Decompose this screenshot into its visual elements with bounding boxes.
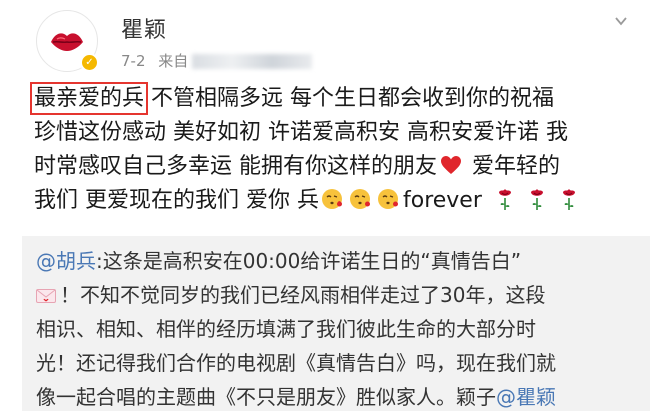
content-line-3-end: 爱年轻的 xyxy=(472,154,561,179)
post-source-label: 来自 xyxy=(158,52,189,70)
mention-link-hubing[interactable]: @胡兵 xyxy=(36,249,96,273)
forever-text: forever xyxy=(402,188,482,213)
blowing-kiss-emoji xyxy=(349,189,370,209)
mention-link-quying[interactable]: @瞿颖 xyxy=(496,385,556,409)
repost-line-5: 像一起合唱的主题曲《不只是朋友》胜似家人。颖子@瞿颖 xyxy=(36,380,642,414)
post-meta: 7-2 来自 xyxy=(121,50,313,71)
content-line-2: 珍惜这份感动 美好如初 许诺爱高积安 高积安爱许诺 我 xyxy=(34,120,568,145)
verified-v-icon: ✓ xyxy=(80,53,99,72)
repost-text: @胡兵:这条是高积安在00:00给许诺生日的“真情告白” ！不知不觉同岁的我们已… xyxy=(36,244,642,414)
content-line-1-rest: 不管相隔多远 每个生日都会收到你的祝福 xyxy=(151,86,555,111)
blurred-source xyxy=(192,54,313,69)
content-line-1: 最亲爱的兵 不管相隔多远 每个生日都会收到你的祝福 xyxy=(29,82,644,116)
rose-icon xyxy=(562,189,575,210)
content-line-3-text: 时常感叹自己多幸运 能拥有你这样的朋友 xyxy=(34,154,437,179)
content-line-3: 时常感叹自己多幸运 能拥有你这样的朋友 爱年轻的 xyxy=(34,150,644,184)
highlighted-phrase: 最亲爱的兵 xyxy=(29,82,149,115)
blowing-kiss-emoji xyxy=(377,189,398,209)
post-date: 7-2 xyxy=(121,52,146,70)
reposted-content[interactable]: @胡兵:这条是高积安在00:00给许诺生日的“真情告白” ！不知不觉同岁的我们已… xyxy=(22,236,650,411)
blowing-kiss-emoji xyxy=(321,189,342,209)
content-line-4: 我们 更爱现在的我们 爱你 兵 forever xyxy=(34,184,644,218)
content-line-4-text: 我们 更爱现在的我们 爱你 兵 xyxy=(34,188,319,213)
post-content: 最亲爱的兵 不管相隔多远 每个生日都会收到你的祝福 珍惜这份感动 美好如初 许诺… xyxy=(29,82,644,218)
repost-line-2-text: ！不知不觉同岁的我们已经风雨相伴走过了30年，这段 xyxy=(60,283,546,307)
rose-icon xyxy=(530,189,543,210)
chevron-down-icon[interactable] xyxy=(614,14,628,28)
weibo-post: ✓ 瞿颖 7-2 来自 最亲爱的兵 不管相隔多远 每个生日都会收到你的祝福 珍惜… xyxy=(0,0,650,411)
repost-line-4: 光！还记得我们合作的电视剧《真情告白》吗，现在我们就 xyxy=(36,351,556,375)
repost-line-5-text: 像一起合唱的主题曲《不只是朋友》胜似家人。颖子 xyxy=(36,385,496,409)
repost-line-1: @胡兵:这条是高积安在00:00给许诺生日的“真情告白” xyxy=(36,244,642,278)
rose-icon xyxy=(498,189,511,210)
repost-line-2: ！不知不觉同岁的我们已经风雨相伴走过了30年，这段 xyxy=(36,278,642,312)
heart-icon xyxy=(441,156,461,174)
love-letter-icon xyxy=(36,289,56,303)
author-name[interactable]: 瞿颖 xyxy=(121,12,167,44)
repost-line-1-rest: :这条是高积安在00:00给许诺生日的“真情告白” xyxy=(96,249,522,273)
repost-line-3: 相识、相知、相伴的经历填满了我们彼此生命的大部分时 xyxy=(36,317,536,341)
